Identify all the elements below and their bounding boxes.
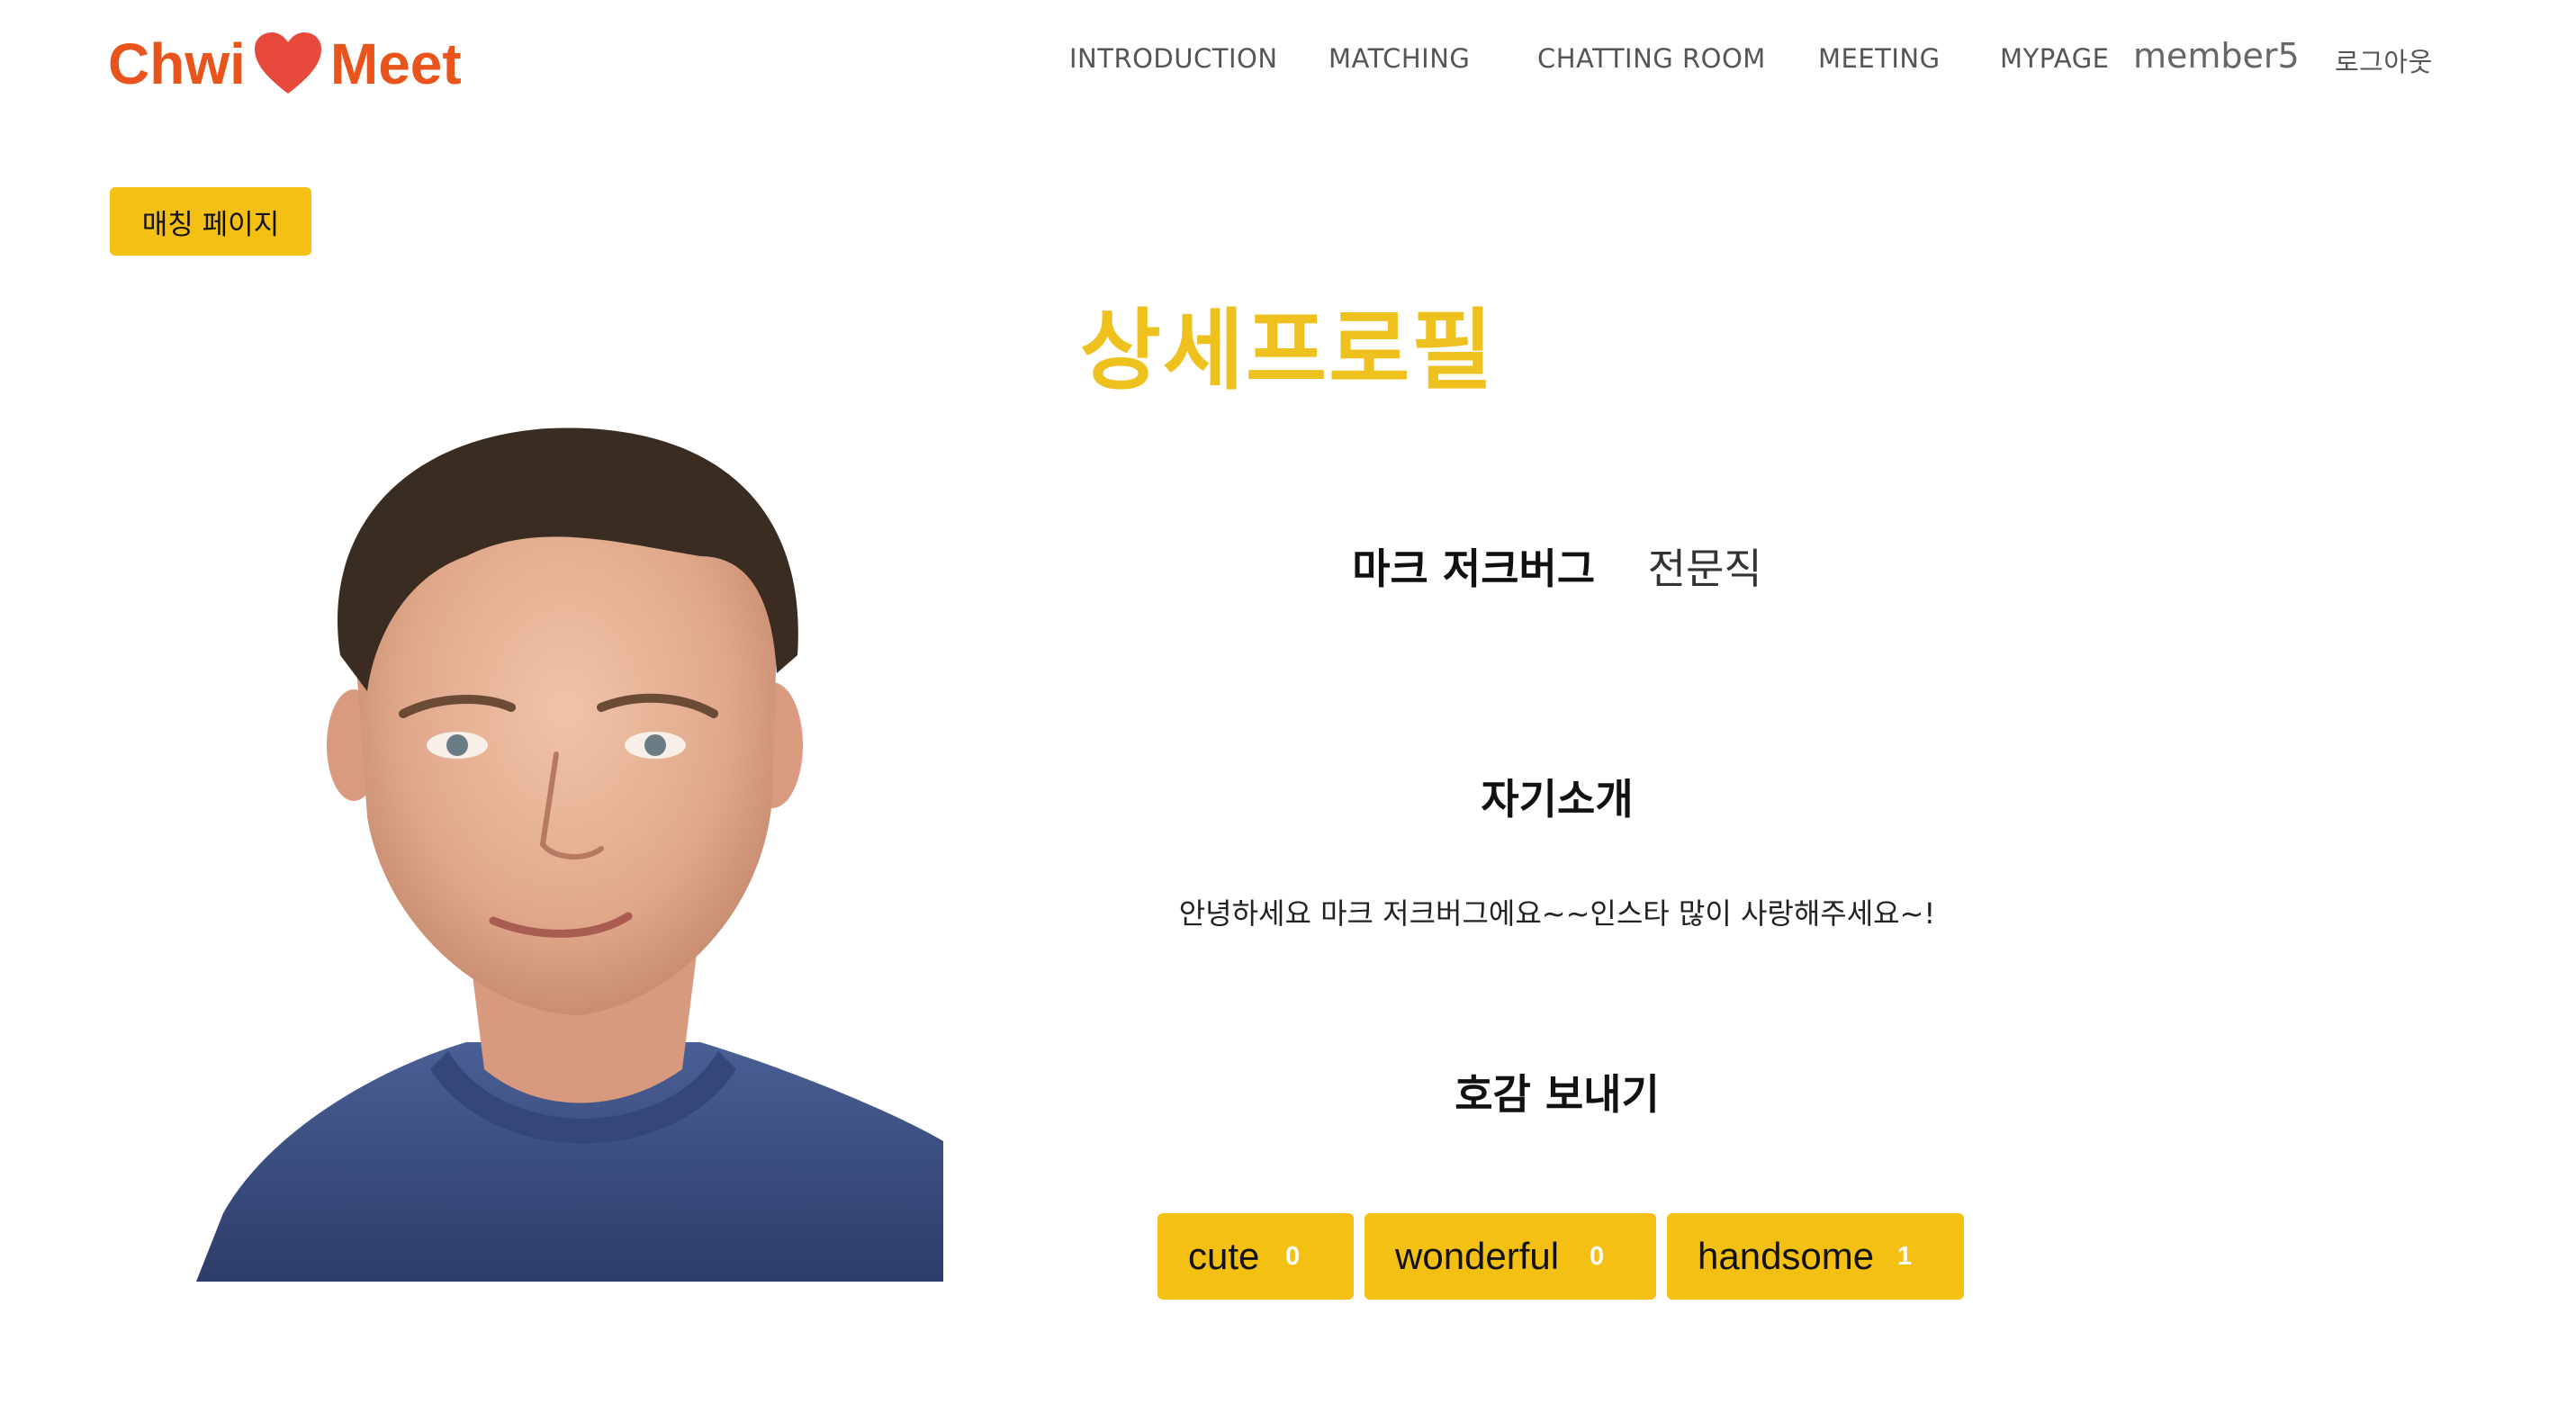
intro-heading: 자기소개 bbox=[1481, 775, 1634, 824]
nav-mypage[interactable]: MYPAGE bbox=[2000, 43, 2110, 74]
profile-name: 마크 저크버그 bbox=[1352, 544, 1596, 593]
matching-page-button[interactable]: 매칭 페이지 bbox=[110, 187, 311, 256]
username[interactable]: member5 bbox=[2133, 36, 2300, 76]
nav-introduction[interactable]: INTRODUCTION bbox=[1069, 43, 1278, 74]
logo-word-meet: Meet bbox=[329, 32, 462, 96]
like-button-handsome[interactable]: handsome 1 bbox=[1667, 1213, 1964, 1300]
intro-text: 안녕하세요 마크 저크버그에요~~인스타 많이 사랑해주세요~! bbox=[1178, 896, 1936, 931]
like-button-wonderful[interactable]: wonderful 0 bbox=[1365, 1213, 1656, 1300]
like-label: wonderful bbox=[1395, 1235, 1560, 1277]
heart-icon bbox=[251, 27, 325, 101]
like-label: handsome bbox=[1698, 1235, 1875, 1277]
page-title: 상세프로필 bbox=[1079, 300, 1495, 402]
like-button-cute[interactable]: cute 0 bbox=[1157, 1213, 1354, 1300]
nav-meeting[interactable]: MEETING bbox=[1818, 43, 1941, 74]
like-count: 0 bbox=[1285, 1241, 1301, 1271]
profile-job: 전문직 bbox=[1647, 544, 1762, 593]
like-count: 1 bbox=[1897, 1241, 1913, 1271]
like-count: 0 bbox=[1590, 1241, 1605, 1271]
logo[interactable]: Chwi Meet bbox=[108, 23, 462, 104]
logout-link[interactable]: 로그아웃 bbox=[2335, 41, 2433, 79]
profile-photo bbox=[196, 421, 943, 1282]
profile-name-row: 마크 저크버그 전문직 bbox=[1170, 536, 1944, 596]
like-heading: 호감 보내기 bbox=[1455, 1070, 1660, 1119]
like-label: cute bbox=[1188, 1235, 1260, 1277]
logo-word-chwi: Chwi bbox=[108, 32, 246, 96]
nav-chatting-room[interactable]: CHATTING ROOM bbox=[1537, 43, 1766, 74]
nav-matching[interactable]: MATCHING bbox=[1329, 43, 1470, 74]
